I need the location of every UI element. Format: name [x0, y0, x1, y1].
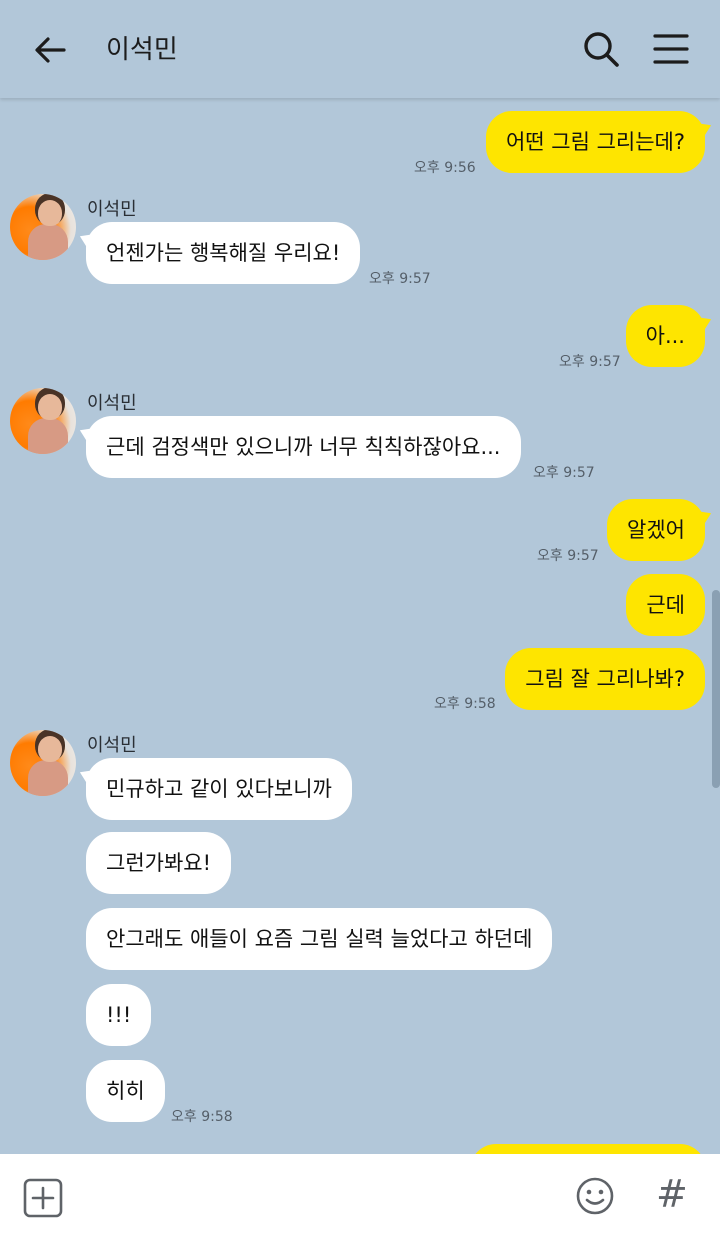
scrollbar[interactable] [712, 590, 720, 788]
my-message-bubble[interactable]: 그림 잘 그리나봐? [505, 648, 705, 710]
hashtag-icon[interactable]: # [656, 1172, 688, 1216]
their-message-bubble[interactable]: 그런가봐요! [86, 832, 232, 894]
plus-square-icon[interactable] [23, 1178, 63, 1218]
message-input-bar: # [0, 1154, 720, 1238]
my-message-bubble[interactable]: 아... [625, 305, 705, 367]
their-message-bubble[interactable]: !!! [86, 984, 152, 1046]
their-message-bubble[interactable]: 언젠가는 행복해질 우리요! [86, 222, 361, 284]
sender-name: 이석민 [87, 393, 137, 414]
my-message-bubble[interactable]: 근데 [626, 574, 705, 636]
their-message-bubble[interactable]: 근데 검정색만 있으니까 너무 칙칙하잖아요... [86, 416, 521, 478]
avatar[interactable] [10, 730, 76, 796]
message-time: 오후 9:57 [533, 465, 595, 481]
smiley-icon[interactable] [575, 1176, 615, 1216]
hamburger-menu-icon[interactable] [650, 28, 692, 70]
search-icon[interactable] [580, 28, 622, 70]
sender-name: 이석민 [87, 199, 137, 220]
their-message-bubble[interactable]: 안그래도 애들이 요즘 그림 실력 늘었다고 하던데 [86, 908, 553, 970]
message-time: 오후 9:57 [537, 548, 599, 564]
avatar[interactable] [10, 194, 76, 260]
message-time: 오후 9:57 [369, 271, 431, 287]
message-time: 오후 9:58 [171, 1109, 233, 1125]
message-input-field[interactable] [80, 1170, 550, 1222]
message-time: 오후 9:56 [414, 160, 476, 176]
message-time: 오후 9:58 [434, 696, 496, 712]
my-message-bubble[interactable]: 어떤 그림 그리는데? [485, 111, 705, 173]
their-message-bubble[interactable]: 히히 [86, 1060, 165, 1122]
chat-title: 이석민 [106, 35, 178, 65]
my-message-bubble[interactable]: 알겠어 [607, 499, 705, 561]
my-message-bubble-partial[interactable] [470, 1144, 706, 1154]
sender-name: 이석민 [87, 735, 137, 756]
chat-message-list[interactable]: 어떤 그림 그리는데? 오후 9:56 이석민 언젠가는 행복해질 우리요! 오… [0, 98, 720, 1154]
avatar[interactable] [10, 388, 76, 454]
message-time: 오후 9:57 [559, 354, 621, 370]
arrow-left-icon[interactable] [30, 30, 70, 70]
their-message-bubble[interactable]: 민규하고 같이 있다보니까 [86, 758, 352, 820]
chat-header: 이석민 [0, 0, 720, 98]
